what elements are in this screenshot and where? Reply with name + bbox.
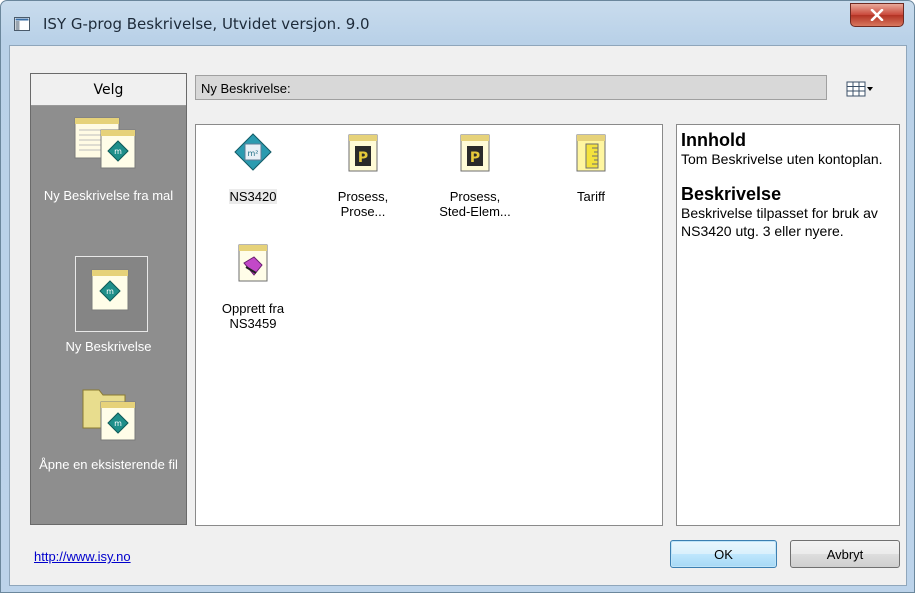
ruler-notepad-icon[interactable] bbox=[574, 133, 608, 173]
content-text: Tom Beskrivelse uten kontoplan. bbox=[681, 151, 883, 167]
cancel-button[interactable]: Avbryt bbox=[790, 540, 900, 568]
svg-text:P: P bbox=[470, 150, 480, 166]
close-icon bbox=[870, 9, 884, 21]
template-item-opprett-ns3459[interactable]: Opprett fra NS3459 bbox=[208, 301, 298, 331]
svg-text:m: m bbox=[114, 147, 122, 156]
p-notepad-icon[interactable]: P bbox=[458, 133, 492, 173]
template-item-prosess-sted-elem[interactable]: Prosess, Sted-Elem... bbox=[430, 189, 520, 219]
template-document-icon[interactable]: m bbox=[71, 116, 147, 174]
content-heading: Innhold bbox=[681, 130, 746, 150]
new-document-icon[interactable]: m bbox=[87, 268, 133, 314]
left-item-new-from-template-label[interactable]: Ny Beskrivelse fra mal bbox=[31, 188, 186, 204]
app-icon bbox=[14, 17, 30, 31]
svg-text:m: m bbox=[106, 287, 114, 296]
left-item-open-existing-label[interactable]: Åpne en eksisterende fil bbox=[31, 457, 186, 473]
choice-panel-header: Velg bbox=[31, 74, 186, 106]
template-item-tariff[interactable]: Tariff bbox=[546, 189, 636, 204]
svg-text:P: P bbox=[358, 150, 368, 166]
import-notepad-icon[interactable] bbox=[236, 243, 270, 283]
svg-text:m²: m² bbox=[248, 149, 259, 158]
description-pane: Innhold Tom Beskrivelse uten kontoplan. … bbox=[676, 124, 900, 526]
title-bar[interactable]: ISY G-prog Beskrivelse, Utvidet versjon.… bbox=[1, 1, 914, 43]
choice-panel: Velg m Ny Beskrivelse fra mal m Ny Beskr… bbox=[30, 73, 187, 525]
chevron-down-icon bbox=[867, 87, 873, 91]
window-title: ISY G-prog Beskrivelse, Utvidet versjon.… bbox=[43, 15, 370, 33]
template-list[interactable]: m² NS3420 P Prosess, Prose... P Prosess,… bbox=[195, 124, 663, 526]
view-details-icon bbox=[846, 81, 866, 97]
template-item-prosess-prose[interactable]: Prosess, Prose... bbox=[318, 189, 408, 219]
ns3420-diamond-icon[interactable]: m² bbox=[234, 133, 272, 171]
svg-text:m: m bbox=[114, 419, 122, 428]
description-heading: Beskrivelse bbox=[681, 184, 782, 204]
p-notepad-icon[interactable]: P bbox=[346, 133, 380, 173]
open-folder-icon[interactable]: m bbox=[79, 382, 141, 444]
close-button[interactable] bbox=[850, 3, 904, 27]
path-bar: Ny Beskrivelse: bbox=[195, 75, 827, 100]
view-mode-button[interactable] bbox=[846, 80, 874, 98]
website-link[interactable]: http://www.isy.no bbox=[34, 549, 131, 564]
description-text: Beskrivelse tilpasset for bruk av NS3420… bbox=[681, 205, 878, 239]
template-item-ns3420[interactable]: NS3420 bbox=[208, 189, 298, 204]
left-item-new-description-label[interactable]: Ny Beskrivelse bbox=[31, 339, 186, 355]
ok-button[interactable]: OK bbox=[670, 540, 777, 568]
